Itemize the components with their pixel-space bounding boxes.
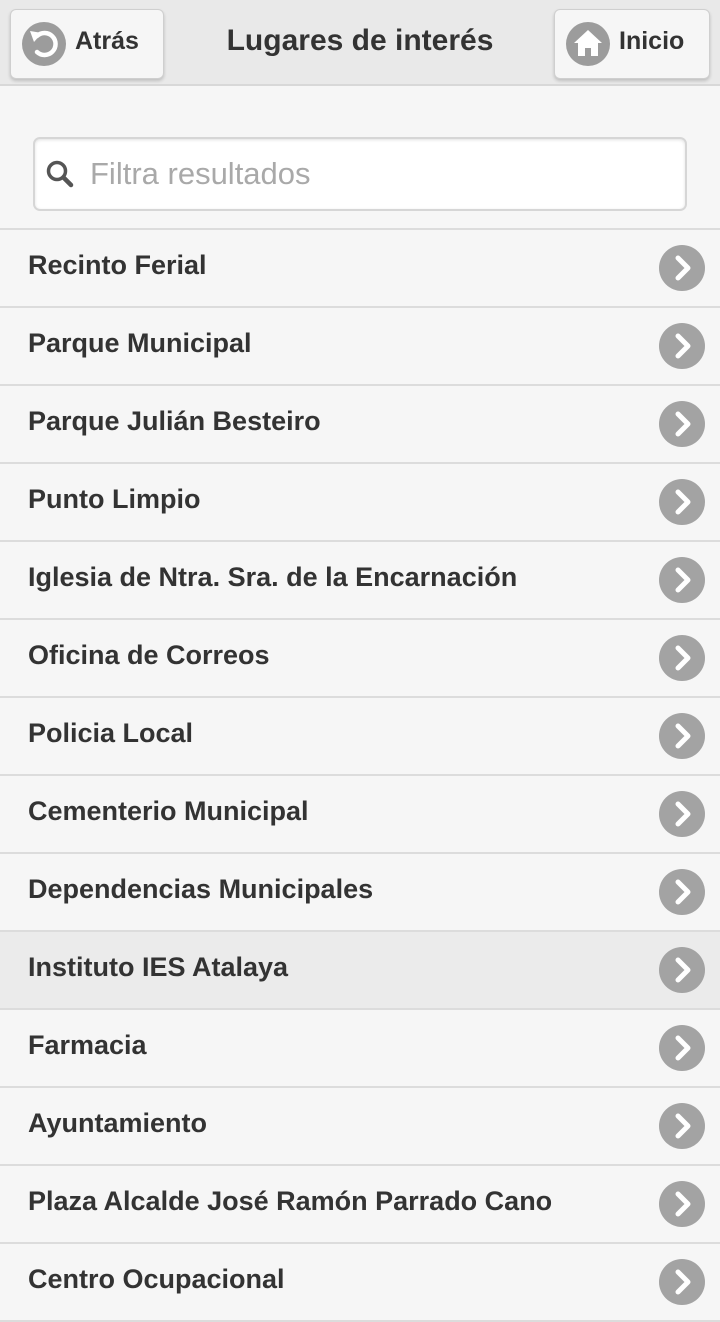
chevron-right-icon <box>659 479 705 525</box>
list-item-label: Ayuntamiento <box>28 1108 208 1138</box>
list-item[interactable]: Instituto IES Atalaya <box>0 932 720 1010</box>
home-button-label: Inicio <box>619 26 685 55</box>
home-button[interactable]: Inicio <box>554 9 710 79</box>
chevron-right-icon <box>659 1181 705 1227</box>
chevron-right-icon <box>659 791 705 837</box>
search-area <box>0 88 720 228</box>
chevron-right-icon <box>659 401 705 447</box>
back-button-label: Atrás <box>75 26 139 55</box>
search-box[interactable] <box>33 137 687 211</box>
chevron-right-icon <box>659 245 705 291</box>
list-item[interactable]: Recinto Ferial <box>0 230 720 308</box>
page-title: Lugares de interés <box>226 24 494 57</box>
list-item-label: Cementerio Municipal <box>28 796 309 826</box>
list-item[interactable]: Parque Julián Besteiro <box>0 386 720 464</box>
chevron-right-icon <box>659 557 705 603</box>
list-item[interactable]: Policia Local <box>0 698 720 776</box>
list-item-label: Recinto Ferial <box>28 250 207 280</box>
header-bar: Atrás Lugares de interés Inicio <box>0 0 720 86</box>
back-arrow-icon <box>22 22 66 66</box>
chevron-right-icon <box>659 713 705 759</box>
list-item[interactable]: Farmacia <box>0 1010 720 1088</box>
chevron-right-icon <box>659 1103 705 1149</box>
list-item[interactable]: Iglesia de Ntra. Sra. de la Encarnación <box>0 542 720 620</box>
list-item-label: Dependencias Municipales <box>28 874 374 904</box>
search-icon <box>45 159 75 189</box>
list-item[interactable]: Centro Ocupacional <box>0 1244 720 1322</box>
list-item[interactable]: Dependencias Municipales <box>0 854 720 932</box>
list-item[interactable]: Plaza Alcalde José Ramón Parrado Cano <box>0 1166 720 1244</box>
list-item-label: Farmacia <box>28 1030 147 1060</box>
places-list: Recinto Ferial Parque Municipal Parque Jul… <box>0 228 720 1322</box>
chevron-right-icon <box>659 869 705 915</box>
chevron-right-icon <box>659 635 705 681</box>
list-item[interactable]: Cementerio Municipal <box>0 776 720 854</box>
list-item-label: Parque Julián Besteiro <box>28 406 321 436</box>
list-item[interactable]: Oficina de Correos <box>0 620 720 698</box>
list-item[interactable]: Ayuntamiento <box>0 1088 720 1166</box>
chevron-right-icon <box>659 1025 705 1071</box>
chevron-right-icon <box>659 323 705 369</box>
list-item-label: Oficina de Correos <box>28 640 270 670</box>
list-item[interactable]: Parque Municipal <box>0 308 720 386</box>
chevron-right-icon <box>659 1259 705 1305</box>
list-item-label: Policia Local <box>28 718 194 748</box>
list-item[interactable]: Punto Limpio <box>0 464 720 542</box>
list-item-label: Instituto IES Atalaya <box>28 952 289 982</box>
search-input[interactable] <box>90 139 670 209</box>
list-item-label: Punto Limpio <box>28 484 201 514</box>
chevron-right-icon <box>659 947 705 993</box>
back-button[interactable]: Atrás <box>10 9 164 79</box>
list-item-label: Plaza Alcalde José Ramón Parrado Cano <box>28 1186 553 1216</box>
home-icon <box>566 22 610 66</box>
list-item-label: Iglesia de Ntra. Sra. de la Encarnación <box>28 562 518 592</box>
list-item-label: Parque Municipal <box>28 328 252 358</box>
